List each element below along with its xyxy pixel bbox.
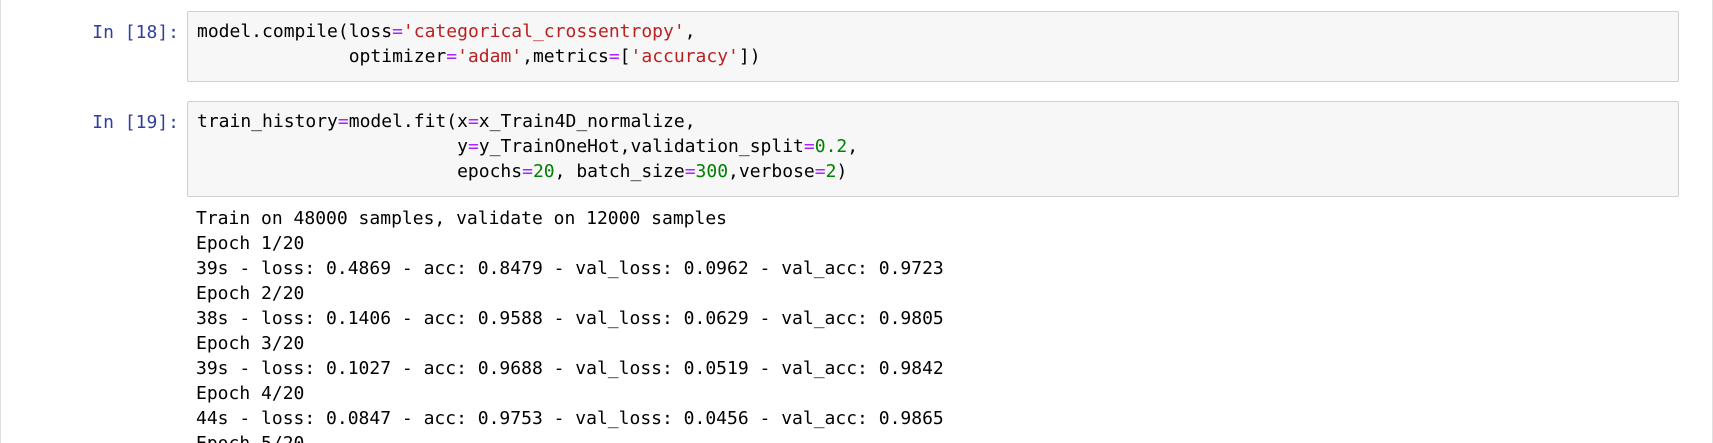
code-token-plain: x_Train4D_normalize, xyxy=(478,111,696,132)
output-line: 38s - loss: 0.1406 - acc: 0.9588 - val_l… xyxy=(196,308,944,329)
code-token-plain: ,metrics xyxy=(522,46,609,67)
code-token-operator: = xyxy=(814,161,826,182)
code-input-area[interactable]: train_history=model.fit(x=x_Train4D_norm… xyxy=(187,101,1679,197)
input-prompt: In [19]: xyxy=(92,112,179,133)
code-line: epochs=20, batch_size=300,verbose=2) xyxy=(197,159,1678,184)
output-line: 44s - loss: 0.0847 - acc: 0.9753 - val_l… xyxy=(196,408,944,429)
code-token-string: 'adam' xyxy=(457,46,523,67)
code-token-operator: = xyxy=(684,161,696,182)
output-line: Epoch 5/20 xyxy=(196,431,1676,443)
code-token-plain: train_history xyxy=(197,111,338,132)
code-token-number: 20 xyxy=(532,161,555,182)
code-token-operator: = xyxy=(467,136,479,157)
code-token-string: 'accuracy' xyxy=(630,46,739,67)
cell-output-area: Train on 48000 samples, validate on 1200… xyxy=(196,206,1676,443)
output-line: 39s - loss: 0.1027 - acc: 0.9688 - val_l… xyxy=(196,358,944,379)
code-token-operator: = xyxy=(803,136,815,157)
output-line: Epoch 3/20 xyxy=(196,333,305,354)
code-token-plain: , batch_size xyxy=(554,161,685,182)
code-token-plain: optimizer xyxy=(197,46,447,67)
code-token-number: 0.2 xyxy=(814,136,848,157)
code-token-plain: y xyxy=(197,136,468,157)
code-token-plain: , xyxy=(847,136,859,157)
code-input-area[interactable]: model.compile(loss='categorical_crossent… xyxy=(187,11,1679,82)
code-token-plain: epochs xyxy=(197,161,523,182)
code-line: y=y_TrainOneHot,validation_split=0.2, xyxy=(197,134,1678,159)
output-line: Epoch 4/20 xyxy=(196,383,305,404)
output-line: Train on 48000 samples, validate on 1200… xyxy=(196,208,728,229)
code-token-operator: = xyxy=(337,111,349,132)
code-token-operator: = xyxy=(467,111,479,132)
output-line: Epoch 1/20 xyxy=(196,233,305,254)
notebook-container: In [18]: model.compile(loss='categorical… xyxy=(0,0,1713,443)
code-token-operator: = xyxy=(522,161,533,182)
code-token-operator: = xyxy=(608,46,620,67)
code-token-number: 300 xyxy=(695,161,729,182)
code-token-plain: [ xyxy=(619,46,631,67)
code-token-operator: = xyxy=(392,21,403,42)
code-line: optimizer='adam',metrics=['accuracy']) xyxy=(197,44,1678,69)
code-token-plain: , xyxy=(684,21,696,42)
code-line: train_history=model.fit(x=x_Train4D_norm… xyxy=(197,109,1678,134)
code-token-plain: model.fit(x xyxy=(348,111,468,132)
output-line: 39s - loss: 0.4869 - acc: 0.8479 - val_l… xyxy=(196,258,944,279)
code-token-plain: ) xyxy=(836,161,848,182)
code-token-operator: = xyxy=(446,46,458,67)
code-token-plain: y_TrainOneHot,validation_split xyxy=(478,136,804,157)
code-token-plain: model.compile(loss xyxy=(197,21,393,42)
code-token-number: 2 xyxy=(825,161,837,182)
code-line: model.compile(loss='categorical_crossent… xyxy=(197,19,1678,44)
code-token-string: 'categorical_crossentropy' xyxy=(402,21,685,42)
input-prompt: In [18]: xyxy=(92,22,179,43)
code-token-plain: ]) xyxy=(738,46,761,67)
output-line: Epoch 2/20 xyxy=(196,283,305,304)
code-token-plain: ,verbose xyxy=(728,161,815,182)
